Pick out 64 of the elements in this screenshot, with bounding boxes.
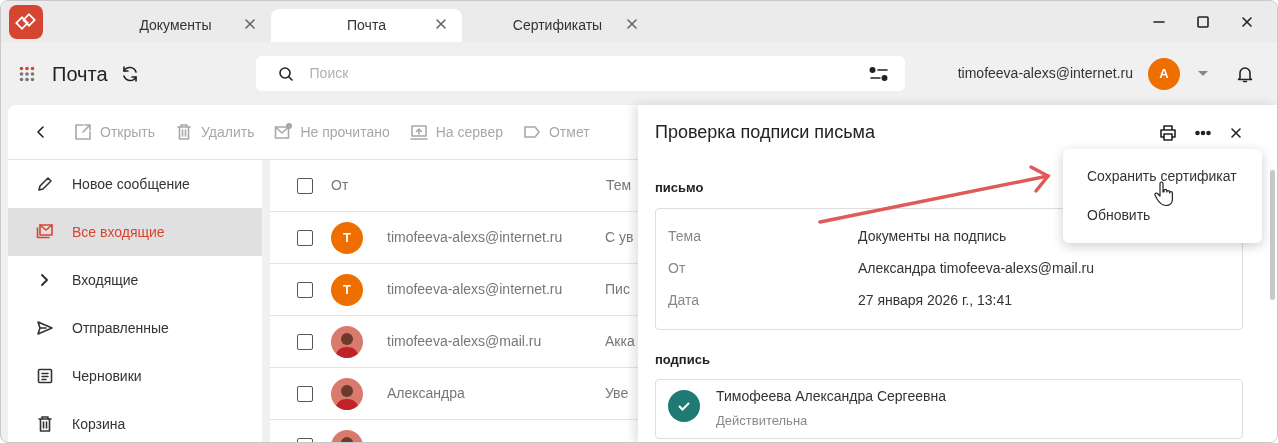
sidebar-item[interactable]: Входящие [8,256,262,304]
open-icon [74,123,92,141]
apps-icon[interactable] [19,65,35,82]
row-checkbox[interactable] [297,229,313,246]
section-heading: подпись [655,350,710,369]
search-icon [277,65,294,82]
signer-name: Тимофеева Александра Сергеевна [716,387,946,406]
page-title: Почта [52,61,108,87]
caret-icon[interactable] [1198,70,1208,77]
print-icon[interactable] [1159,123,1177,142]
back-icon[interactable] [36,125,46,139]
sender-avatar: Т [331,273,363,306]
row-checkbox[interactable] [297,385,313,402]
panel-title: Проверка подписи письма [655,121,875,144]
sender-avatar: Т [331,221,363,254]
filter-icon[interactable] [868,65,889,82]
sidebar-item[interactable]: Отправленные [8,304,262,352]
sidebar-item[interactable]: Черновики [8,352,262,400]
scrollbar[interactable] [1270,170,1275,300]
pencil-icon [36,175,54,193]
tab[interactable]: Почта [271,9,462,42]
tab[interactable]: Сертификаты [462,9,653,42]
sender-name: Александра [387,384,466,403]
app-logo [9,4,43,39]
close-icon[interactable] [1229,125,1243,140]
unread-icon [274,123,293,141]
sender-name: timofeeva-alexs@mail.ru [387,332,543,351]
subject-text: Акка [605,332,635,351]
send-icon [36,319,54,337]
row-checkbox[interactable] [297,333,313,350]
sender-avatar [331,325,363,358]
menu-item[interactable]: Сохранить сертификат [1063,157,1262,196]
field-label: Дата [668,291,700,310]
section-heading: письмо [655,179,704,197]
subject-text: С ув [605,228,634,247]
select-all-checkbox[interactable] [297,177,313,194]
tag-icon [522,123,541,141]
account-email: timofeeva-alexs@internet.ru [957,64,1133,83]
column-header: Тем [606,176,632,195]
signature-status: Действительна [716,412,809,430]
sender-avatar [331,377,363,410]
subject-text: Пис [605,280,630,299]
search-bar[interactable]: Поиск [255,56,905,91]
sender-name: timofeeva-alexs@internet.ru [387,228,564,247]
field-value: Александра timofeeva-alexs@mail.ru [858,259,1094,278]
field-value: Документы на подпись [858,227,1007,246]
tab[interactable]: Документы [80,9,271,42]
menu-item[interactable]: Обновить [1063,196,1262,235]
close-icon[interactable] [1240,14,1254,29]
field-label: От [668,259,687,278]
delete-icon [175,123,193,141]
document-icon [36,367,54,385]
field-value: 27 января 2026 г., 13:41 [858,291,1013,310]
envelopes-icon [36,223,54,241]
column-header: От [331,176,350,195]
sidebar-item[interactable]: Новое сообщение [8,160,262,208]
sidebar-item[interactable]: Корзина [8,400,262,442]
trash-icon [36,415,54,433]
sender-name: timofeeva-alexs@internet.ru [387,280,564,299]
field-label: Тема [668,227,702,246]
maximize-icon[interactable] [1196,14,1210,29]
subject-text: Уве [605,384,629,403]
row-checkbox[interactable] [297,281,313,298]
upload-icon [409,123,428,141]
